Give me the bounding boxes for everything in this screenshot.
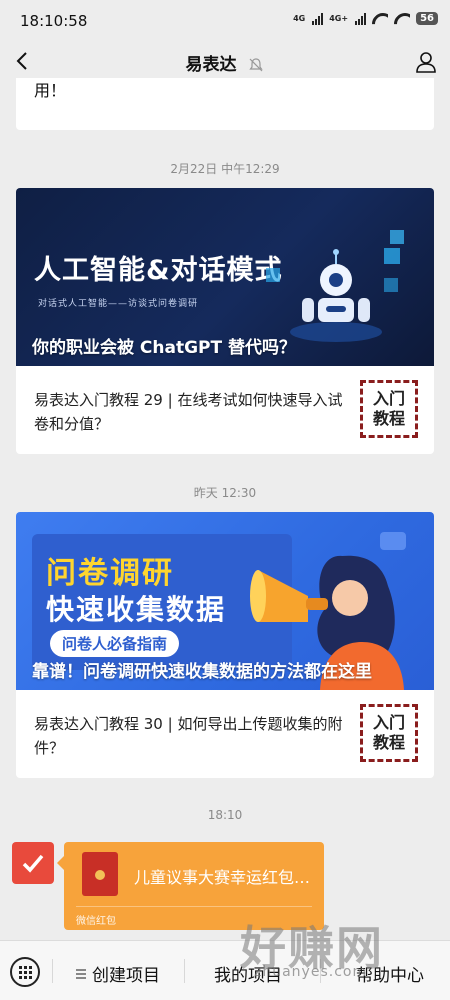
tutorial-badge: 入门 教程 <box>360 704 418 762</box>
sender-avatar[interactable] <box>12 842 54 884</box>
keyboard-icon <box>18 965 32 979</box>
bottom-menu-bar: 创建项目 我的项目 帮助中心 <box>0 940 450 1000</box>
article-title: 易表达入门教程 29 | 在线考试如何快速导入试卷和分值？ <box>34 391 343 433</box>
article-banner-survey: 问卷调研 快速收集数据 问卷人必备指南 靠谱！问卷调研快速收集数据的方法都在这里 <box>16 512 434 690</box>
banner-caption: 你的职业会被 ChatGPT 替代吗？ <box>32 338 297 358</box>
timestamp: 18:10 <box>207 808 243 822</box>
page-title: 易表达 <box>185 55 237 75</box>
menu-separator <box>184 959 185 983</box>
previous-article-text: 用！ <box>34 81 67 100</box>
mute-bell-icon <box>249 58 264 72</box>
network-label-2: 4G+ <box>329 14 349 23</box>
article-title-row: 易表达入门教程 30 | 如何导出上传题收集的附件？ 入门 教程 <box>16 690 434 778</box>
banner-line-2: 快速收集数据 <box>46 593 227 626</box>
tutorial-badge: 入门 教程 <box>360 380 418 438</box>
banner-headline: 人工智能&对话模式 <box>34 255 283 286</box>
red-packet-divider <box>76 906 312 907</box>
nav-title-container: 易表达 <box>0 50 450 75</box>
article-card-ai[interactable]: 人工智能&对话模式 对话式人工智能——访谈式问卷调研 你的职业会被 ChatGP… <box>16 188 434 454</box>
network-label-1: 4G <box>293 14 306 23</box>
menu-label: 我的项目 <box>214 966 282 986</box>
menu-separator <box>320 959 321 983</box>
banner-pill: 问卷人必备指南 <box>50 630 180 657</box>
wifi-icon <box>372 13 388 25</box>
checkmark-icon <box>22 854 44 873</box>
status-icons: 4G 4G+ 56 <box>293 12 438 25</box>
badge-line-1: 入门 <box>372 713 405 732</box>
menu-separator <box>52 959 53 983</box>
red-packet-message[interactable]: 儿童议事大赛幸运红包… 微信红包 <box>57 842 324 930</box>
banner-caption: 靠谱！问卷调研快速收集数据的方法都在这里 <box>32 662 372 682</box>
menu-create-project[interactable]: 创建项目 <box>76 961 160 986</box>
article-title: 易表达入门教程 30 | 如何导出上传题收集的附件？ <box>34 715 343 757</box>
timestamp: 昨天 12:30 <box>193 486 257 500</box>
article-banner-ai: 人工智能&对话模式 对话式人工智能——访谈式问卷调研 你的职业会被 ChatGP… <box>16 188 434 366</box>
badge-line-1: 入门 <box>372 389 405 408</box>
red-packet-icon <box>82 852 118 896</box>
profile-icon[interactable] <box>414 50 438 74</box>
previous-article-card[interactable]: 用！ <box>16 78 434 130</box>
menu-label: 帮助中心 <box>356 966 424 986</box>
signal-icon <box>312 12 324 25</box>
banner-line-1: 问卷调研 <box>46 556 174 591</box>
timestamp: 2月22日 中午12:29 <box>170 162 280 176</box>
wifi-icon-2 <box>394 13 410 25</box>
nav-bar: 易表达 <box>0 44 450 78</box>
robot-illustration <box>266 230 404 342</box>
red-packet-label: 微信红包 <box>76 916 116 927</box>
menu-label: 创建项目 <box>92 966 160 986</box>
red-packet-title: 儿童议事大赛幸运红包… <box>134 868 311 887</box>
menu-list-icon <box>76 968 86 979</box>
menu-my-projects[interactable]: 我的项目 <box>214 961 282 986</box>
menu-help-center[interactable]: 帮助中心 <box>356 961 424 986</box>
keyboard-toggle-button[interactable] <box>10 957 40 987</box>
article-card-survey[interactable]: 问卷调研 快速收集数据 问卷人必备指南 靠谱！问卷调研快速收集数据的方法都在这里… <box>16 512 434 778</box>
banner-subline: 对话式人工智能——访谈式问卷调研 <box>38 299 199 309</box>
battery-indicator: 56 <box>416 12 438 25</box>
signal-icon-2 <box>355 12 367 25</box>
badge-line-2: 教程 <box>372 733 405 752</box>
article-title-row: 易表达入门教程 29 | 在线考试如何快速导入试卷和分值？ 入门 教程 <box>16 366 434 454</box>
badge-line-2: 教程 <box>372 409 405 428</box>
status-bar: 18:10:58 4G 4G+ 56 <box>0 0 450 44</box>
status-time: 18:10:58 <box>20 12 88 30</box>
message-feed[interactable]: 用！ 2月22日 中午12:29 人工智能&对话模式 对话式人工智能——访谈式问… <box>0 78 450 940</box>
